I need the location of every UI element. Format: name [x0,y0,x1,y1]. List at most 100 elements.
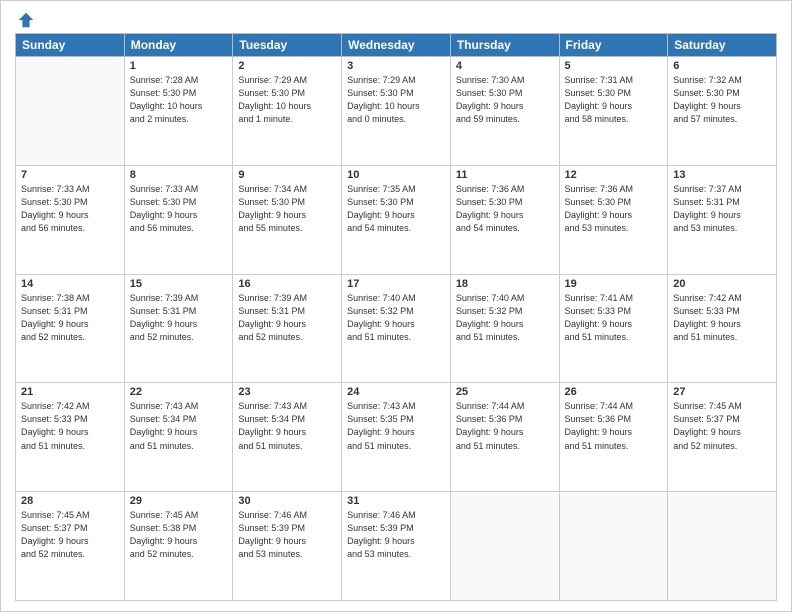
calendar-cell-4-5: 25Sunrise: 7:44 AMSunset: 5:36 PMDayligh… [450,383,559,492]
calendar-week-5: 28 Sunrise: 7:45 AMSunset: 5:37 PMDayligh… [16,492,777,601]
day-number: 12 [565,169,663,181]
day-number: 16 [238,278,336,290]
calendar-cell-4-2: 22 Sunrise: 7:43 AMSunset: 5:34 PMDayligh… [124,383,233,492]
day-number: 6 [673,60,771,72]
day-number: 30 [238,495,336,507]
day-info: Sunrise: 7:28 AMSunset: 5:30 PMDaylight:… [130,74,228,126]
calendar-cell-4-6: 26 Sunrise: 7:44 AMSunset: 5:36 PMDayligh… [559,383,668,492]
calendar-cell-1-1 [16,57,125,166]
day-number: 8 [130,169,228,181]
calendar-table: SundayMondayTuesdayWednesdayThursdayFrid… [15,33,777,601]
day-number: 13 [673,169,771,181]
day-info: Sunrise: 7:33 AMSunset: 5:30 PMDaylight:… [130,183,228,235]
calendar-cell-2-2: 8 Sunrise: 7:33 AMSunset: 5:30 PMDaylight… [124,165,233,274]
calendar-cell-1-3: 2Sunrise: 7:29 AMSunset: 5:30 PMDaylight… [233,57,342,166]
calendar-header-tuesday: Tuesday [233,34,342,57]
calendar-cell-5-2: 29 Sunrise: 7:45 AMSunset: 5:38 PMDayligh… [124,492,233,601]
calendar-header-row: SundayMondayTuesdayWednesdayThursdayFrid… [16,34,777,57]
day-info: Sunrise: 7:45 AMSunset: 5:37 PMDaylight:… [21,509,119,561]
day-number: 26 [565,386,663,398]
day-info: Sunrise: 7:40 AMSunset: 5:32 PMDaylight:… [347,292,445,344]
calendar-cell-3-5: 18 Sunrise: 7:40 AMSunset: 5:32 PMDayligh… [450,274,559,383]
day-number: 7 [21,169,119,181]
day-number: 3 [347,60,445,72]
calendar-cell-5-6 [559,492,668,601]
calendar-cell-4-4: 24 Sunrise: 7:43 AMSunset: 5:35 PMDayligh… [342,383,451,492]
calendar-week-4: 21 Sunrise: 7:42 AMSunset: 5:33 PMDayligh… [16,383,777,492]
day-number: 15 [130,278,228,290]
day-info: Sunrise: 7:43 AMSunset: 5:34 PMDaylight:… [238,400,336,452]
calendar-cell-1-4: 3 Sunrise: 7:29 AMSunset: 5:30 PMDaylight… [342,57,451,166]
day-number: 4 [456,60,554,72]
calendar-cell-3-4: 17 Sunrise: 7:40 AMSunset: 5:32 PMDayligh… [342,274,451,383]
day-number: 20 [673,278,771,290]
day-info: Sunrise: 7:32 AMSunset: 5:30 PMDaylight:… [673,74,771,126]
day-number: 18 [456,278,554,290]
day-number: 2 [238,60,336,72]
day-info: Sunrise: 7:42 AMSunset: 5:33 PMDaylight:… [21,400,119,452]
day-number: 19 [565,278,663,290]
day-info: Sunrise: 7:44 AMSunset: 5:36 PMDaylight:… [565,400,663,452]
day-info: Sunrise: 7:37 AMSunset: 5:31 PMDaylight:… [673,183,771,235]
day-number: 21 [21,386,119,398]
calendar-header-saturday: Saturday [668,34,777,57]
calendar-header-wednesday: Wednesday [342,34,451,57]
day-number: 22 [130,386,228,398]
day-number: 1 [130,60,228,72]
calendar-header-sunday: Sunday [16,34,125,57]
day-number: 27 [673,386,771,398]
day-info: Sunrise: 7:39 AMSunset: 5:31 PMDaylight:… [238,292,336,344]
day-number: 9 [238,169,336,181]
day-info: Sunrise: 7:45 AMSunset: 5:37 PMDaylight:… [673,400,771,452]
day-info: Sunrise: 7:36 AMSunset: 5:30 PMDaylight:… [565,183,663,235]
calendar-cell-2-1: 7 Sunrise: 7:33 AMSunset: 5:30 PMDaylight… [16,165,125,274]
logo [15,11,35,25]
calendar-cell-4-7: 27 Sunrise: 7:45 AMSunset: 5:37 PMDayligh… [668,383,777,492]
day-info: Sunrise: 7:45 AMSunset: 5:38 PMDaylight:… [130,509,228,561]
day-number: 14 [21,278,119,290]
day-info: Sunrise: 7:40 AMSunset: 5:32 PMDaylight:… [456,292,554,344]
day-info: Sunrise: 7:41 AMSunset: 5:33 PMDaylight:… [565,292,663,344]
calendar-cell-3-7: 20 Sunrise: 7:42 AMSunset: 5:33 PMDayligh… [668,274,777,383]
day-number: 5 [565,60,663,72]
day-info: Sunrise: 7:33 AMSunset: 5:30 PMDaylight:… [21,183,119,235]
calendar-cell-2-3: 9Sunrise: 7:34 AMSunset: 5:30 PMDaylight… [233,165,342,274]
logo-icon [17,11,35,29]
day-info: Sunrise: 7:43 AMSunset: 5:34 PMDaylight:… [130,400,228,452]
day-info: Sunrise: 7:43 AMSunset: 5:35 PMDaylight:… [347,400,445,452]
calendar-cell-5-1: 28 Sunrise: 7:45 AMSunset: 5:37 PMDayligh… [16,492,125,601]
header [15,11,777,25]
calendar-cell-5-5 [450,492,559,601]
calendar-cell-1-2: 1 Sunrise: 7:28 AMSunset: 5:30 PMDaylight… [124,57,233,166]
day-info: Sunrise: 7:46 AMSunset: 5:39 PMDaylight:… [238,509,336,561]
day-number: 31 [347,495,445,507]
calendar-cell-5-7 [668,492,777,601]
day-number: 25 [456,386,554,398]
day-number: 24 [347,386,445,398]
calendar-cell-2-7: 13 Sunrise: 7:37 AMSunset: 5:31 PMDayligh… [668,165,777,274]
day-info: Sunrise: 7:29 AMSunset: 5:30 PMDaylight:… [347,74,445,126]
day-number: 17 [347,278,445,290]
calendar-header-friday: Friday [559,34,668,57]
day-info: Sunrise: 7:35 AMSunset: 5:30 PMDaylight:… [347,183,445,235]
calendar-cell-3-2: 15Sunrise: 7:39 AMSunset: 5:31 PMDayligh… [124,274,233,383]
calendar-cell-3-3: 16 Sunrise: 7:39 AMSunset: 5:31 PMDayligh… [233,274,342,383]
day-info: Sunrise: 7:31 AMSunset: 5:30 PMDaylight:… [565,74,663,126]
calendar-header-thursday: Thursday [450,34,559,57]
day-info: Sunrise: 7:36 AMSunset: 5:30 PMDaylight:… [456,183,554,235]
calendar-cell-1-6: 5 Sunrise: 7:31 AMSunset: 5:30 PMDaylight… [559,57,668,166]
day-number: 28 [21,495,119,507]
day-number: 11 [456,169,554,181]
day-info: Sunrise: 7:30 AMSunset: 5:30 PMDaylight:… [456,74,554,126]
calendar-week-1: 1 Sunrise: 7:28 AMSunset: 5:30 PMDaylight… [16,57,777,166]
calendar-week-2: 7 Sunrise: 7:33 AMSunset: 5:30 PMDaylight… [16,165,777,274]
calendar-week-3: 14Sunrise: 7:38 AMSunset: 5:31 PMDayligh… [16,274,777,383]
day-info: Sunrise: 7:42 AMSunset: 5:33 PMDaylight:… [673,292,771,344]
day-number: 29 [130,495,228,507]
calendar-cell-1-7: 6 Sunrise: 7:32 AMSunset: 5:30 PMDaylight… [668,57,777,166]
day-number: 10 [347,169,445,181]
calendar-cell-3-1: 14Sunrise: 7:38 AMSunset: 5:31 PMDayligh… [16,274,125,383]
calendar-cell-1-5: 4 Sunrise: 7:30 AMSunset: 5:30 PMDaylight… [450,57,559,166]
calendar-cell-3-6: 19 Sunrise: 7:41 AMSunset: 5:33 PMDayligh… [559,274,668,383]
page: SundayMondayTuesdayWednesdayThursdayFrid… [0,0,792,612]
